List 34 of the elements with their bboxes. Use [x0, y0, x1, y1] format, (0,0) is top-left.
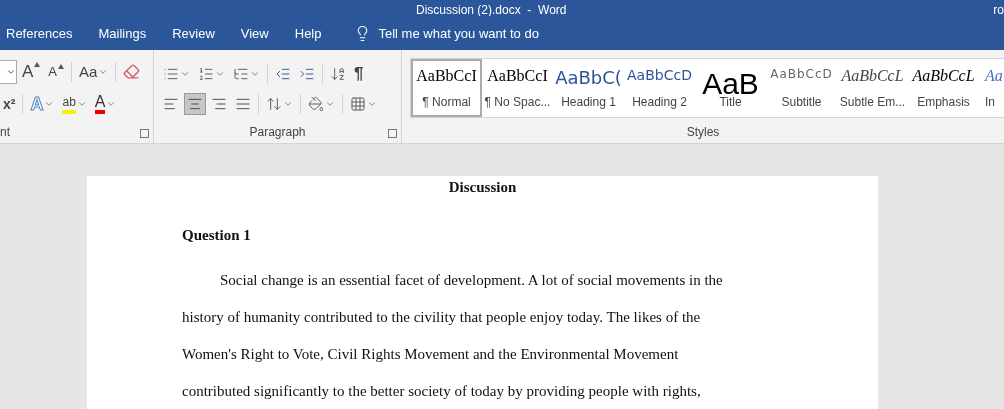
ribbon-tab[interactable]: References [0, 21, 79, 45]
align-center-button[interactable] [184, 92, 206, 115]
grid-icon [350, 95, 366, 112]
dialog-launcher-icon[interactable] [388, 129, 397, 138]
window-title: Discussion (2).docx - Word [416, 4, 567, 16]
grow-font-button[interactable]: A [19, 58, 44, 85]
superscript-button[interactable]: x² [0, 92, 19, 115]
ribbon-tab[interactable]: Review [166, 21, 221, 45]
sort-icon [330, 65, 346, 82]
document-heading: Question 1 [182, 226, 252, 245]
change-case-button[interactable]: Aa [76, 60, 112, 83]
show-marks-button[interactable]: ¶ [351, 60, 367, 87]
ribbon-tab[interactable]: Mailings [92, 21, 153, 45]
ribbon-tab[interactable]: Help [288, 21, 328, 45]
up-triangle-icon [58, 64, 64, 69]
numbered-list-icon [198, 65, 214, 82]
paint-bucket-icon [308, 95, 324, 112]
font-color-button[interactable]: A [91, 90, 120, 117]
style-item[interactable]: AaBbCcI ¶ Normal [411, 59, 482, 117]
font-size-field[interactable] [0, 59, 17, 84]
eraser-icon [123, 63, 141, 80]
user-name: ro [993, 4, 1004, 16]
body-paragraph: Social change is an essential facet of development. A lot of social movements in the history of humanity contributed to the civility that people enjoy today. The likes of the Women's Right to Vote, Civil Rights Movement and the Environmental Movement contributed significantly to the better society of today by providing people with rights, [182, 271, 724, 401]
dialog-launcher-icon[interactable] [140, 129, 149, 138]
tell-me-field[interactable]: Tell me what you want to do [378, 25, 539, 41]
ribbon-tab[interactable]: View [234, 21, 275, 45]
group-label: Paragraph [249, 125, 306, 139]
shrink-font-button[interactable]: A [45, 61, 67, 82]
up-triangle-icon [34, 61, 41, 67]
highlight-button[interactable]: ab [59, 90, 90, 117]
group-label: Styles [686, 125, 720, 139]
group-label: nt [0, 125, 10, 139]
line-spacing-icon [266, 95, 282, 112]
document-title: Discussion [448, 178, 517, 197]
